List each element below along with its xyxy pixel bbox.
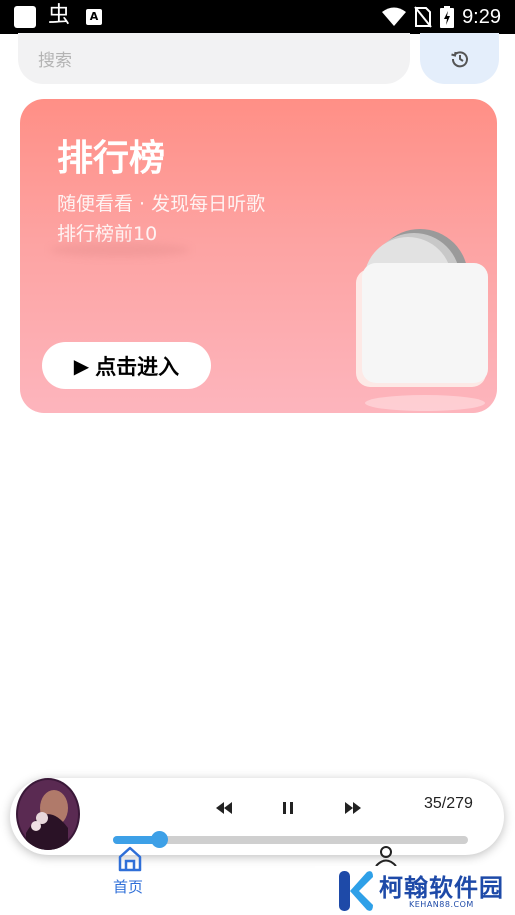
ranking-banner[interactable]: 排行榜 随便看看 · 发现每日听歌 排行榜前10 ▶ 点击进入 <box>20 99 497 413</box>
wifi-icon <box>382 7 407 26</box>
notification-square-icon <box>14 6 36 28</box>
home-icon <box>118 846 142 872</box>
history-button[interactable] <box>420 33 499 84</box>
bug-notification-icon: 虫 <box>48 3 71 28</box>
search-placeholder: 搜索 <box>38 51 72 71</box>
watermark-name: 柯翰软件园 <box>379 874 504 902</box>
progress-thumb[interactable] <box>151 831 169 848</box>
nav-home-label[interactable]: 首页 <box>113 876 143 897</box>
progress-bar[interactable] <box>113 831 468 848</box>
enter-button[interactable]: ▶ 点击进入 <box>42 342 211 389</box>
search-input[interactable]: 搜索 <box>18 33 410 84</box>
previous-button[interactable] <box>213 797 235 819</box>
user-icon <box>375 846 397 867</box>
watermark-url: KEHAN88.COM <box>409 900 474 909</box>
history-icon <box>450 50 468 67</box>
battery-icon <box>440 6 455 28</box>
banner-shadow <box>50 243 190 257</box>
status-bar: 虫 A 9:29 <box>0 0 515 34</box>
kehan-logo-icon <box>339 871 373 911</box>
rewind-icon <box>216 802 232 814</box>
watermark: 柯翰软件园 KEHAN88.COM <box>315 866 515 915</box>
enter-button-label: 点击进入 <box>95 354 180 379</box>
font-notification-icon: A <box>86 9 102 25</box>
banner-subtitle-2: 排行榜前10 <box>57 223 158 245</box>
pause-icon <box>283 802 293 814</box>
play-icon: ▶ <box>73 353 90 378</box>
fast-forward-icon <box>345 802 361 814</box>
pause-button[interactable] <box>277 797 299 819</box>
no-sim-icon <box>414 6 432 28</box>
track-counter: 35/279 <box>424 795 473 812</box>
next-button[interactable] <box>342 797 364 819</box>
clock: 9:29 <box>462 5 501 28</box>
banner-subtitle: 随便看看 · 发现每日听歌 <box>57 193 266 215</box>
album-art[interactable] <box>16 778 80 850</box>
nav-home[interactable] <box>110 845 150 877</box>
cd-case-illustration <box>356 229 488 411</box>
banner-title: 排行榜 <box>57 138 166 179</box>
